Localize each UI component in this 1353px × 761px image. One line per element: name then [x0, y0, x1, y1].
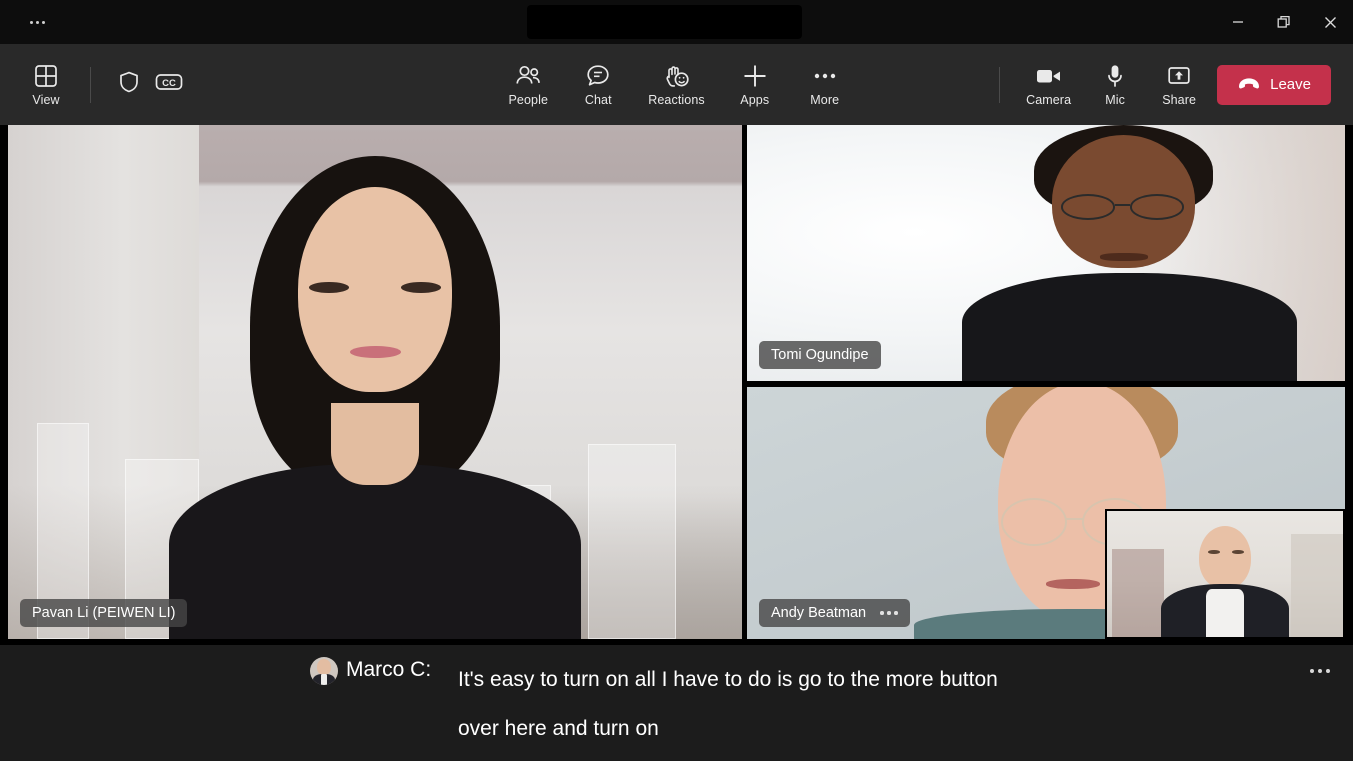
reactions-button-label: Reactions	[648, 93, 705, 107]
apps-button-label: Apps	[740, 93, 769, 107]
title-bar	[0, 0, 1353, 44]
microphone-icon	[1105, 62, 1125, 90]
avatar	[310, 657, 338, 685]
more-button[interactable]: More	[799, 54, 851, 116]
minimize-icon	[1231, 15, 1245, 29]
video-stage: Pavan Li (PEIWEN LI) Tomi Ogundipe	[0, 125, 1353, 645]
video-tile-tomi[interactable]: Tomi Ogundipe	[747, 125, 1345, 381]
chat-button-label: Chat	[585, 93, 612, 107]
share-button[interactable]: Share	[1153, 54, 1205, 116]
grid-view-icon	[33, 62, 59, 90]
view-button-label: View	[32, 93, 59, 107]
mic-button[interactable]: Mic	[1089, 54, 1141, 116]
close-icon	[1323, 15, 1338, 30]
caption-line-2: over here and turn on	[458, 704, 1288, 753]
chat-bubble-icon	[585, 62, 611, 90]
participant-name-pill: Pavan Li (PEIWEN LI)	[20, 599, 187, 627]
teams-meeting-window: View CC	[0, 0, 1353, 761]
people-icon	[514, 62, 542, 90]
participant-name-pill: Andy Beatman	[759, 599, 910, 627]
toolbar-right-group: Camera Mic	[999, 44, 1331, 125]
camera-icon	[1035, 62, 1063, 90]
participant-name-pill: Tomi Ogundipe	[759, 341, 881, 369]
toolbar-divider-right	[999, 67, 1000, 103]
caption-speaker-row: Marco C:	[310, 655, 431, 685]
meeting-toolbar: View CC	[0, 44, 1353, 125]
hangup-phone-icon	[1237, 76, 1261, 94]
participant-name-label: Pavan Li (PEIWEN LI)	[32, 605, 175, 621]
toolbar-divider-left	[90, 67, 91, 103]
plus-icon	[741, 62, 769, 90]
closed-caption-icon: CC	[155, 72, 183, 97]
participant-video-pavan	[8, 125, 742, 639]
participant-more-options-icon[interactable]	[880, 611, 898, 615]
window-controls	[1215, 0, 1353, 44]
caption-text: It's easy to turn on all I have to do is…	[458, 655, 1288, 753]
share-screen-icon	[1166, 62, 1192, 90]
caption-speaker-name: Marco C:	[346, 655, 431, 685]
participant-name-label: Tomi Ogundipe	[771, 347, 869, 363]
caption-line-1: It's easy to turn on all I have to do is…	[458, 655, 1288, 704]
leave-button-label: Leave	[1270, 76, 1311, 93]
leave-button[interactable]: Leave	[1217, 65, 1331, 105]
safety-button[interactable]	[109, 65, 149, 105]
search-input[interactable]	[527, 5, 802, 39]
chat-button[interactable]: Chat	[572, 54, 624, 116]
more-button-label: More	[810, 93, 839, 107]
participant-name-label: Andy Beatman	[771, 605, 866, 621]
mic-button-label: Mic	[1105, 93, 1125, 107]
toolbar-left-group: View CC	[0, 44, 189, 125]
svg-text:CC: CC	[162, 78, 176, 89]
share-button-label: Share	[1162, 93, 1196, 107]
minimize-button[interactable]	[1215, 0, 1261, 44]
self-participant-video	[1107, 511, 1343, 637]
reactions-button[interactable]: Reactions	[642, 54, 711, 116]
caption-options-button[interactable]	[1305, 659, 1335, 683]
self-video-preview[interactable]	[1105, 509, 1345, 639]
apps-button[interactable]: Apps	[729, 54, 781, 116]
ellipsis-icon	[30, 21, 45, 24]
people-button-label: People	[508, 93, 548, 107]
camera-button[interactable]: Camera	[1020, 54, 1077, 116]
close-button[interactable]	[1307, 0, 1353, 44]
live-captions-bar: Marco C: It's easy to turn on all I have…	[0, 645, 1353, 761]
window-overflow-button[interactable]	[22, 13, 52, 31]
ellipsis-icon	[1310, 669, 1330, 673]
video-tile-main[interactable]: Pavan Li (PEIWEN LI)	[8, 125, 742, 639]
captions-button[interactable]: CC	[149, 65, 189, 105]
ellipsis-icon	[812, 62, 838, 90]
camera-button-label: Camera	[1026, 93, 1071, 107]
reactions-icon	[663, 62, 691, 90]
shield-icon	[117, 70, 141, 99]
people-button[interactable]: People	[502, 54, 554, 116]
restore-button[interactable]	[1261, 0, 1307, 44]
view-button[interactable]: View	[20, 54, 72, 116]
restore-icon	[1276, 14, 1292, 30]
